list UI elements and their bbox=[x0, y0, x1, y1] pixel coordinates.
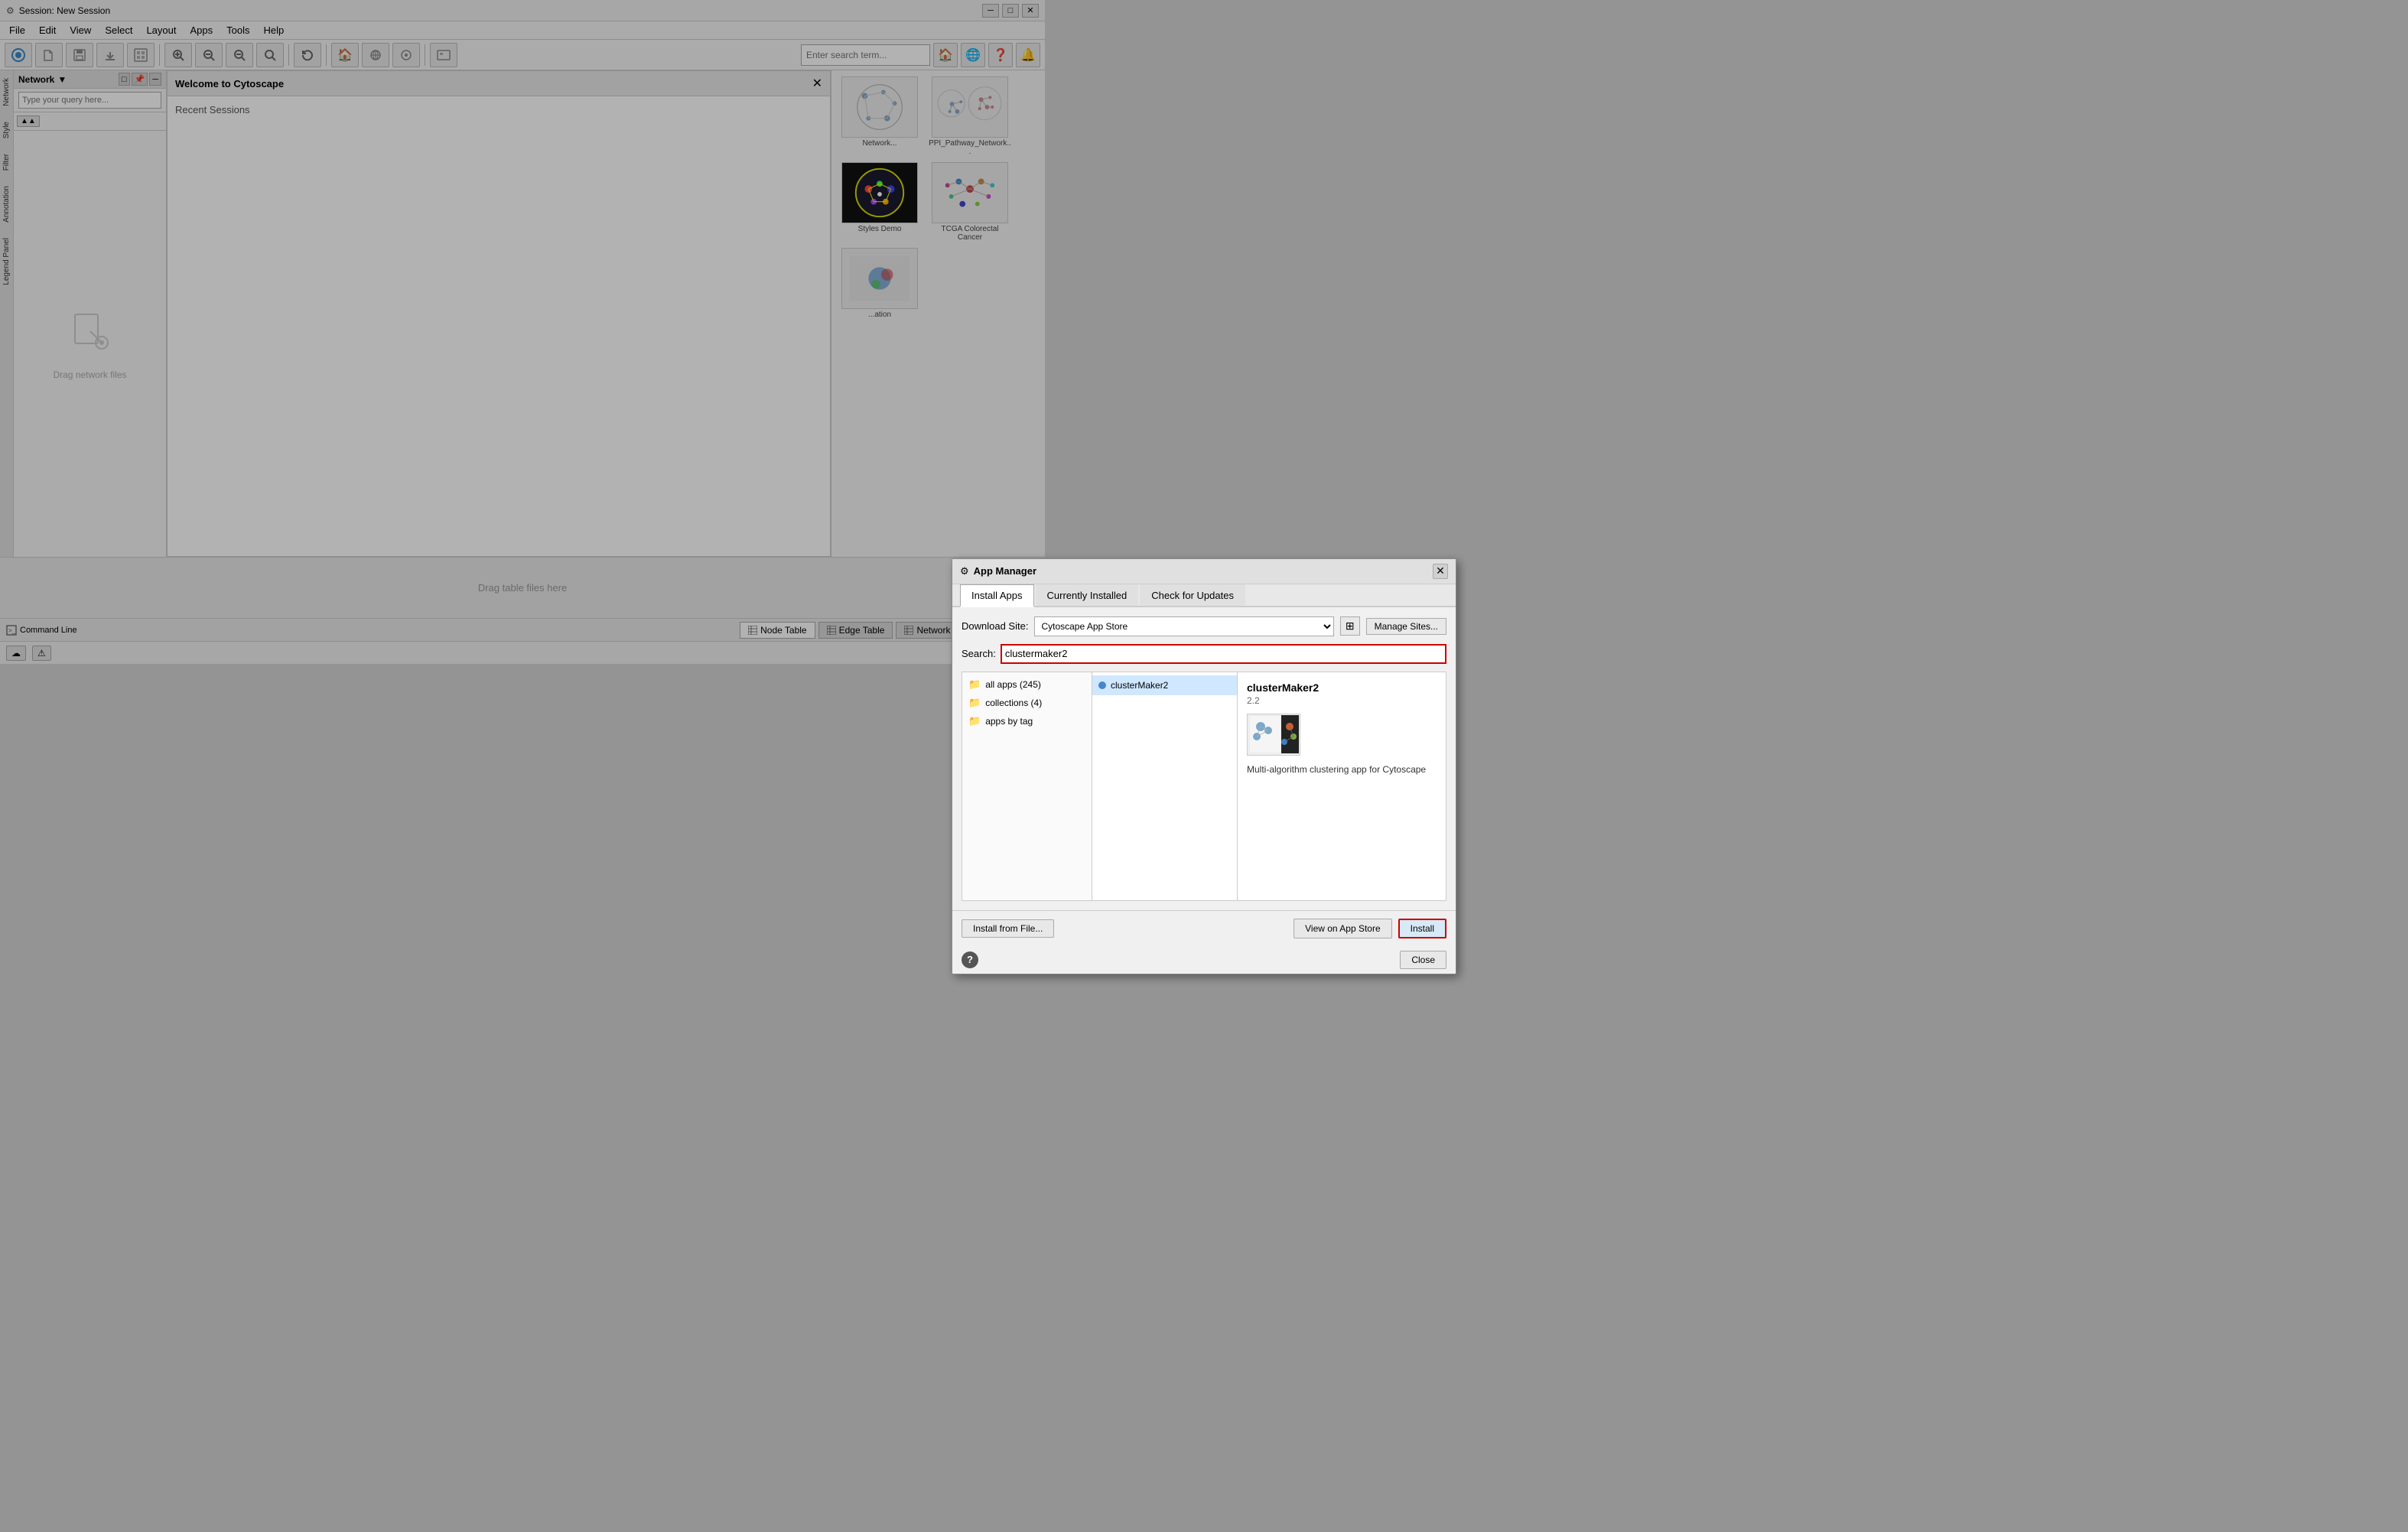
dialog-content-area: 📁 all apps (245) 📁 collections (4) 📁 app… bbox=[962, 672, 1446, 901]
dialog-title: App Manager bbox=[974, 565, 1428, 577]
app-search-input[interactable] bbox=[1001, 644, 1446, 664]
app-list-all-apps[interactable]: 📁 all apps (245) bbox=[962, 675, 1092, 694]
view-on-app-store-button[interactable]: View on App Store bbox=[1293, 919, 1392, 938]
dialog-overlay: ⚙ App Manager ✕ Install Apps Currently I… bbox=[0, 0, 2408, 1532]
dialog-title-bar: ⚙ App Manager ✕ bbox=[952, 559, 1456, 584]
folder-icon-tag: 📁 bbox=[968, 715, 981, 727]
search-label: Search: bbox=[962, 648, 996, 659]
download-site-select[interactable]: Cytoscape App Store bbox=[1034, 616, 1333, 636]
app-list-panel: 📁 all apps (245) 📁 collections (4) 📁 app… bbox=[962, 672, 1092, 900]
dialog-title-icon: ⚙ bbox=[960, 565, 969, 577]
install-button[interactable]: Install bbox=[1398, 919, 1446, 938]
app-detail-description: Multi-algorithm clustering app for Cytos… bbox=[1247, 763, 1437, 776]
dialog-footer: Install from File... View on App Store I… bbox=[952, 910, 1456, 946]
install-from-file-button[interactable]: Install from File... bbox=[962, 919, 1054, 938]
app-dot-icon bbox=[1098, 681, 1106, 689]
manage-sites-button[interactable]: Manage Sites... bbox=[1366, 618, 1446, 635]
dialog-tabs: Install Apps Currently Installed Check f… bbox=[952, 584, 1456, 607]
folder-icon-collections: 📁 bbox=[968, 697, 981, 709]
search-row: Search: bbox=[962, 644, 1446, 664]
app-detail-name: clusterMaker2 bbox=[1247, 681, 1437, 694]
app-results-panel: clusterMaker2 bbox=[1092, 672, 1238, 900]
app-detail-panel: clusterMaker2 2.2 bbox=[1238, 672, 1446, 900]
dialog-footer-left: Install from File... bbox=[962, 919, 1287, 938]
app-list-collections[interactable]: 📁 collections (4) bbox=[962, 694, 1092, 712]
dialog-footer-right: View on App Store Install bbox=[1293, 919, 1446, 938]
tab-install-apps[interactable]: Install Apps bbox=[960, 584, 1034, 607]
download-site-row: Download Site: Cytoscape App Store ⊞ Man… bbox=[962, 616, 1446, 636]
tab-currently-installed[interactable]: Currently Installed bbox=[1036, 584, 1139, 606]
dialog-body: Download Site: Cytoscape App Store ⊞ Man… bbox=[952, 607, 1456, 910]
icon-grid-button[interactable]: ⊞ bbox=[1340, 616, 1360, 636]
folder-icon-all: 📁 bbox=[968, 678, 981, 691]
app-detail-version: 2.2 bbox=[1247, 695, 1437, 706]
dialog-close-button[interactable]: ✕ bbox=[1433, 564, 1448, 579]
app-detail-thumbnail bbox=[1247, 714, 1300, 756]
tab-check-updates[interactable]: Check for Updates bbox=[1140, 584, 1245, 606]
dialog-help-row: ? Close bbox=[952, 946, 1456, 974]
help-circle-icon[interactable]: ? bbox=[962, 951, 978, 968]
app-list-by-tag[interactable]: 📁 apps by tag bbox=[962, 712, 1092, 730]
app-result-clustermaker2[interactable]: clusterMaker2 bbox=[1092, 675, 1237, 695]
app-manager-dialog: ⚙ App Manager ✕ Install Apps Currently I… bbox=[952, 558, 1456, 974]
download-site-label: Download Site: bbox=[962, 620, 1028, 632]
close-button[interactable]: Close bbox=[1400, 951, 1446, 969]
